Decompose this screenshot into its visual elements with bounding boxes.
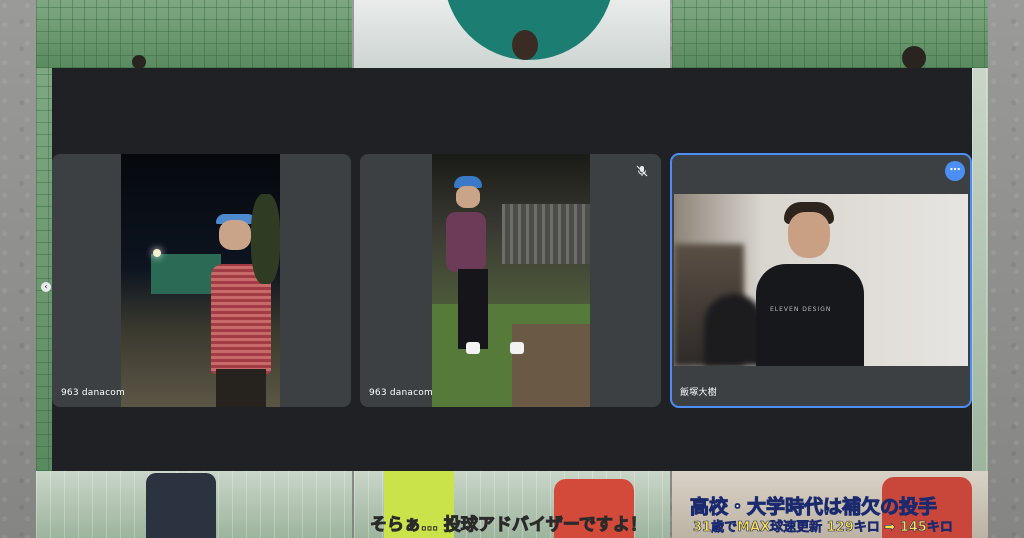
participant-name-2: 963 danacom [369,388,433,398]
thumb-batting-cage-2 [672,0,988,68]
mic-off-icon [636,165,648,177]
thumb-left-strip [36,68,52,471]
participant-tile-2[interactable]: 963 danacom [360,154,661,407]
previous-page-icon[interactable]: ‹ [41,282,51,292]
thumb-right-strip [972,68,988,471]
participant-video-1 [121,154,280,407]
participant-tile-3[interactable]: ELEVEN DESIGN ⋯ 飯塚大樹 [670,153,972,408]
video-meeting-window: 963 danacom 963 danacom ELEVEN DESIGN ⋯ … [52,68,972,471]
thumb-bottom-left [36,471,352,538]
caption-bottom-center: そらぁ… 投球アドバイザーですよ！ [370,515,648,536]
thumb-batting-cage-1 [36,0,352,68]
shirt-print: ELEVEN DESIGN [770,306,832,313]
thumb-umbrella [354,0,670,68]
participant-video-2 [432,154,590,407]
participant-tile-1[interactable]: 963 danacom [52,154,351,407]
participant-video-3: ELEVEN DESIGN [674,194,968,366]
participant-name-1: 963 danacom [61,388,125,398]
caption-bottom-right-sub: 31歳でMAX球速更新 129キロ ➡ 145キロ [693,520,953,536]
caption-bottom-right-title: 高校・大学時代は補欠の投手 [689,496,938,519]
participant-name-3: 飯塚大樹 [680,388,717,398]
more-options-icon[interactable]: ⋯ [945,161,965,181]
